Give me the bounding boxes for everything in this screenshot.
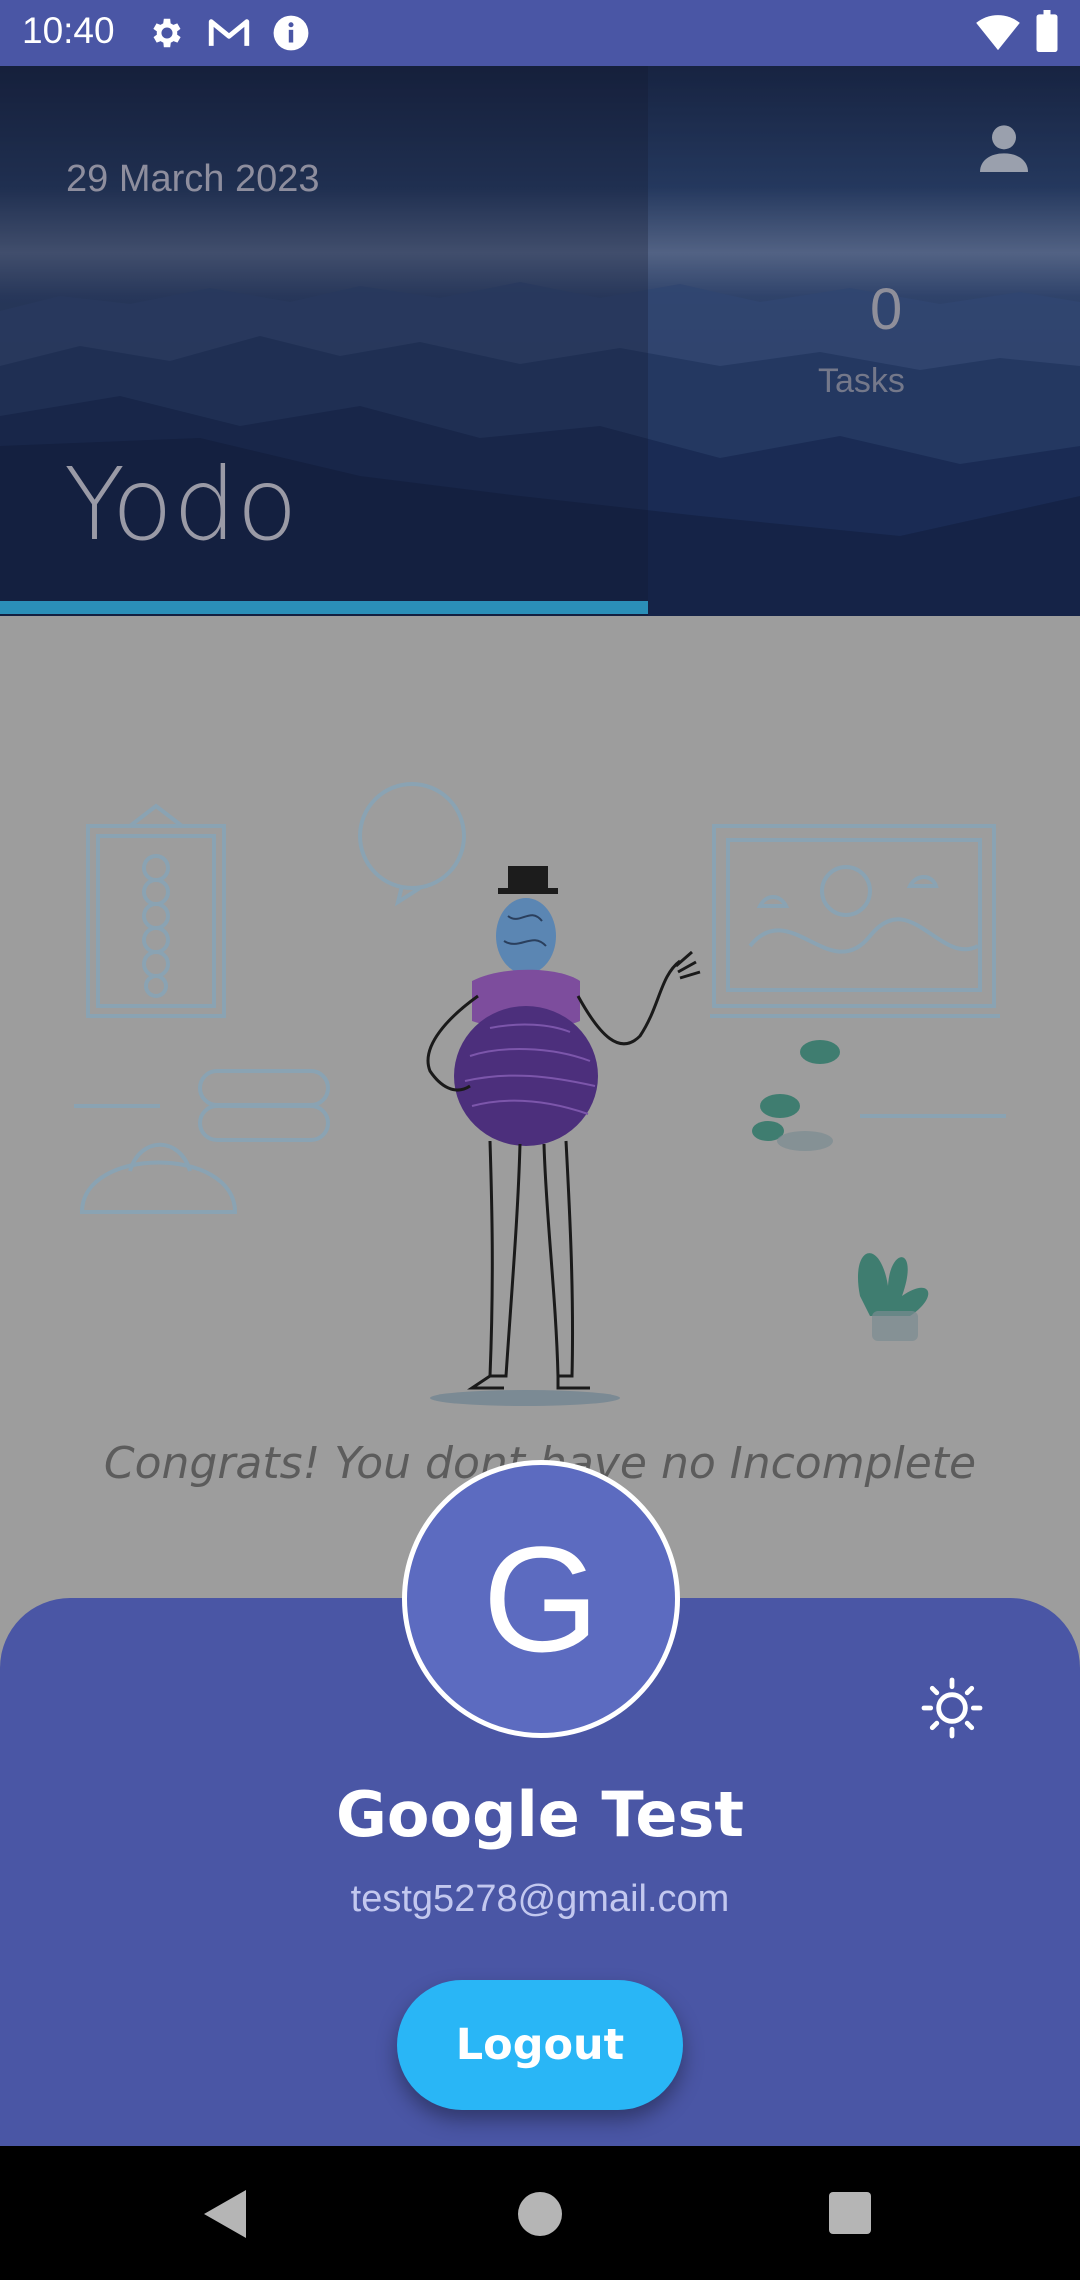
person-icon[interactable] — [972, 116, 1036, 184]
header-date: 29 March 2023 — [66, 158, 320, 200]
battery-icon — [1036, 10, 1058, 56]
status-bar: 10:40 — [0, 0, 1080, 66]
header-banner: 29 March 2023 Yodo 0 Tasks — [0, 66, 1080, 616]
gear-icon — [148, 14, 186, 56]
gmail-icon — [208, 14, 250, 56]
task-count: 0 — [870, 277, 903, 342]
sun-icon[interactable] — [920, 1676, 984, 1744]
empty-state-illustration — [74, 782, 1006, 1406]
info-icon — [272, 14, 310, 56]
user-email: testg5278@gmail.com — [350, 1878, 730, 1920]
system-nav-bar — [0, 2146, 1080, 2280]
status-time: 10:40 — [22, 10, 115, 51]
recents-icon[interactable] — [829, 2192, 871, 2238]
wifi-icon — [976, 12, 1020, 56]
user-name: Google Test — [336, 1778, 744, 1851]
back-icon[interactable] — [204, 2190, 246, 2242]
app-title: Yodo — [64, 446, 298, 563]
task-label: Tasks — [818, 362, 905, 400]
logout-button[interactable]: Logout — [397, 1980, 683, 2110]
task-progress-bar — [0, 601, 648, 614]
avatar: G — [402, 1460, 680, 1738]
home-icon[interactable] — [518, 2192, 562, 2240]
